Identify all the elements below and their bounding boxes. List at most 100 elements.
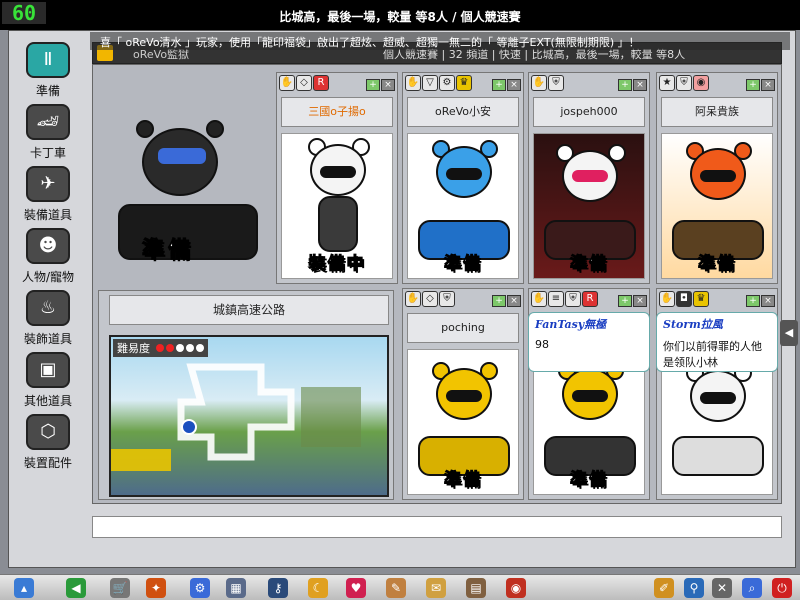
character-goggles	[572, 390, 608, 402]
player-name: poching	[407, 313, 519, 343]
add-icon[interactable]: +	[618, 79, 632, 91]
cart-icon[interactable]: 🛒	[110, 578, 130, 598]
search-user-icon[interactable]: ⚲	[684, 578, 704, 598]
sidebar-item-character[interactable]: ☻ 人物/寵物	[8, 228, 88, 290]
back-icon[interactable]: ◀	[66, 578, 86, 598]
character-goggles	[700, 392, 736, 404]
character-ear	[206, 120, 224, 138]
character-goggles	[320, 166, 356, 178]
sidebar-item-equipment[interactable]: ✈ 裝備道具	[8, 166, 88, 228]
player-stage: 準備	[661, 133, 773, 279]
other-items-icon: ▣	[26, 352, 70, 388]
player-status: 準備	[570, 470, 608, 491]
sidebar-item-parts[interactable]: ⬡ 裝置配件	[8, 414, 88, 476]
settings-icon[interactable]: ✕	[712, 578, 732, 598]
add-icon[interactable]: +	[492, 295, 506, 307]
track-name[interactable]: 城鎮高速公路	[109, 295, 389, 325]
add-icon[interactable]: +	[492, 79, 506, 91]
start-icon[interactable]: ▴	[14, 578, 34, 598]
sidebar: Ⅱ 準備 🏎 卡丁車 ✈ 裝備道具 ☻ 人物/寵物 ♨ 裝飾道具 ▣ 其他道具 …	[8, 42, 88, 482]
kick-icon[interactable]: ×	[761, 295, 775, 307]
character-kart	[318, 196, 358, 252]
star-icon: ★	[659, 75, 675, 91]
sidebar-label: 裝備道具	[23, 208, 72, 222]
gear-icon[interactable]: ⚙	[190, 578, 210, 598]
slot-badges: ✋ ⛨	[531, 75, 565, 93]
kick-icon[interactable]: ×	[507, 79, 521, 91]
sidebar-item-kart[interactable]: 🏎 卡丁車	[8, 104, 88, 166]
player-slot-3[interactable]: ✋ ⛨ + × jospeh000 準備	[528, 72, 650, 284]
slot-buttons: + ×	[745, 77, 775, 91]
slot-buttons: + ×	[745, 293, 775, 307]
sidebar-item-ready[interactable]: Ⅱ 準備	[8, 42, 88, 104]
player-stage: 準備	[407, 349, 519, 495]
sidebar-item-other[interactable]: ▣ 其他道具	[8, 352, 88, 414]
hand-icon: ✋	[531, 291, 547, 307]
book-icon[interactable]: ▤	[466, 578, 486, 598]
sidebar-item-decoration[interactable]: ♨ 裝飾道具	[8, 290, 88, 352]
scroll-icon[interactable]: ✎	[386, 578, 406, 598]
host-character[interactable]: 準備	[112, 112, 272, 282]
chat-bubble: FanTasy無極 98	[528, 312, 650, 372]
kick-icon[interactable]: ×	[633, 295, 647, 307]
add-icon[interactable]: +	[746, 79, 760, 91]
kick-icon[interactable]: ×	[381, 79, 395, 91]
slot-badges: ✋ ◇ R	[279, 75, 330, 93]
top-bar: 60 比城高，最後一場，較量 等8人 / 個人競速賽	[0, 0, 800, 30]
slot-badges: ★ ⛨ ◉	[659, 75, 710, 93]
medal-icon: ◉	[693, 75, 709, 91]
character-kart	[672, 436, 764, 476]
key-icon[interactable]: ⚷	[268, 578, 288, 598]
slot-buttons: + ×	[491, 77, 521, 91]
hand-icon: ✋	[531, 75, 547, 91]
parts-icon: ⬡	[26, 414, 70, 450]
add-icon[interactable]: +	[746, 295, 760, 307]
heart-icon[interactable]: ♥	[346, 578, 366, 598]
tools-icon[interactable]: ✦	[146, 578, 166, 598]
hand-icon: ✋	[405, 75, 421, 91]
chevron-left-icon[interactable]: ◀	[780, 320, 798, 346]
window-title: 比城高，最後一場，較量 等8人 / 個人競速賽	[279, 10, 521, 24]
ticket-icon[interactable]: ✉	[426, 578, 446, 598]
trophy-icon: ♛	[456, 75, 472, 91]
player-slot-1[interactable]: ✋ ◇ R + × 三國o子揚o 裝備中	[276, 72, 398, 284]
player-status: 準備	[698, 254, 736, 275]
photo-icon: ◘	[676, 291, 692, 307]
player-slot-2[interactable]: ✋ ▽ ⚙ ♛ + × oReVo小安 準備	[402, 72, 524, 284]
host-status: 準備	[141, 238, 195, 264]
player-slot-5[interactable]: ✋ ◇ ⛨ + × poching 準備	[402, 288, 524, 500]
ready-icon: Ⅱ	[26, 42, 70, 78]
track-panel: 城鎮高速公路 難易度	[98, 290, 394, 500]
player-stage: 準備	[407, 133, 519, 279]
kick-icon[interactable]: ×	[761, 79, 775, 91]
kick-icon[interactable]: ×	[633, 79, 647, 91]
character-goggles	[446, 168, 482, 180]
chat-bubble-author: FanTasy無極	[535, 318, 607, 331]
slot-buttons: + ×	[491, 293, 521, 307]
search-icon[interactable]: ⌕	[742, 578, 762, 598]
moon-icon[interactable]: ☾	[308, 578, 328, 598]
rank-icon: R	[582, 291, 598, 307]
slot-buttons: + ×	[617, 77, 647, 91]
rank-icon: R	[313, 75, 329, 91]
player-name: 三國o子揚o	[281, 97, 393, 127]
sidebar-label: 其他道具	[23, 394, 72, 408]
add-icon[interactable]: +	[366, 79, 380, 91]
note-icon[interactable]: ✐	[654, 578, 674, 598]
player-status: 準備	[444, 254, 482, 275]
chat-bubble-message: 98	[535, 338, 549, 351]
power-icon[interactable]: ⏻	[772, 578, 792, 598]
glove-icon: ✋	[279, 75, 295, 91]
chat-input[interactable]	[92, 516, 782, 538]
add-icon[interactable]: +	[618, 295, 632, 307]
slot-badges: ✋ ≡ ⛨ R	[531, 291, 599, 309]
slot-badges: ✋ ◘ ♛	[659, 291, 710, 309]
player-slot-4[interactable]: ★ ⛨ ◉ + × 阿呆貴族 準備	[656, 72, 778, 284]
hand-icon: ✋	[405, 291, 421, 307]
track-preview[interactable]: 難易度	[109, 335, 389, 497]
character-ear	[136, 120, 154, 138]
kick-icon[interactable]: ×	[507, 295, 521, 307]
slot-buttons: + ×	[365, 77, 395, 91]
box-icon[interactable]: ▦	[226, 578, 246, 598]
badge-icon[interactable]: ◉	[506, 578, 526, 598]
